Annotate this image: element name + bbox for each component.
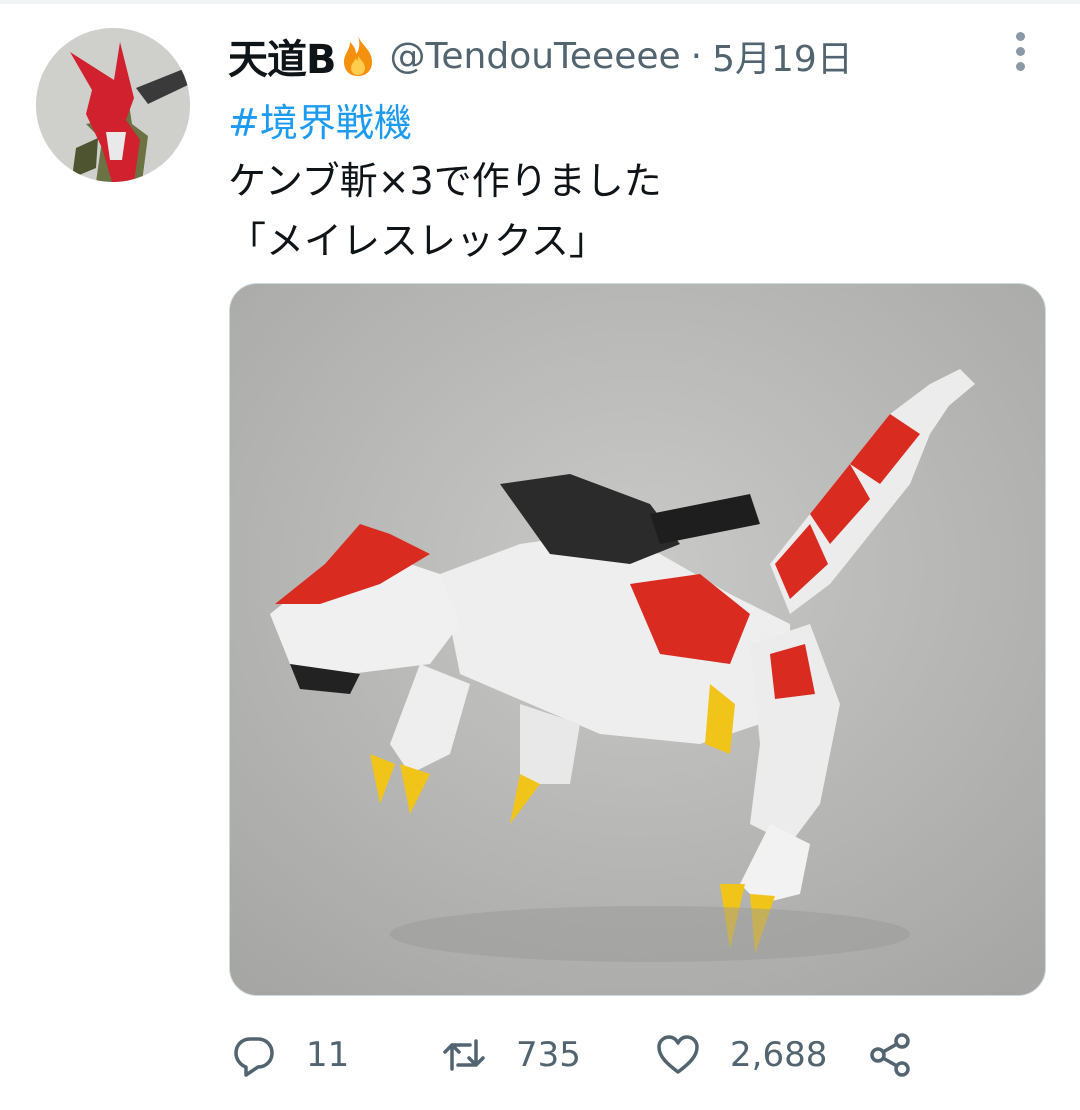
retweet-icon bbox=[442, 1033, 486, 1077]
fire-icon bbox=[338, 34, 378, 78]
like-count: 2,688 bbox=[730, 1035, 828, 1075]
hashtag-link[interactable]: #境界戦機 bbox=[228, 92, 412, 147]
display-name[interactable]: 天道B bbox=[228, 27, 336, 85]
separator-dot: · bbox=[690, 35, 703, 77]
top-divider bbox=[0, 0, 1080, 4]
tweet-text-line: ケンブ斬×3で作りました bbox=[228, 159, 662, 203]
reply-button[interactable]: 11 bbox=[232, 1030, 349, 1080]
tweet-date[interactable]: 5月19日 bbox=[712, 30, 853, 82]
user-handle[interactable]: @TendouTeeeee bbox=[390, 36, 681, 77]
more-vertical-icon[interactable] bbox=[1006, 30, 1036, 74]
avatar[interactable] bbox=[36, 28, 190, 182]
like-button[interactable]: 2,688 bbox=[656, 1030, 827, 1080]
reply-count: 11 bbox=[306, 1035, 350, 1075]
reply-icon bbox=[232, 1033, 276, 1077]
heart-icon bbox=[656, 1033, 700, 1077]
tweet-actions: 11 735 2,688 bbox=[232, 1030, 932, 1080]
tweet-header: 天道B @TendouTeeeee · 5月19日 bbox=[228, 28, 853, 84]
tweet-photo[interactable] bbox=[229, 283, 1046, 996]
retweet-count: 735 bbox=[516, 1035, 581, 1075]
share-icon bbox=[868, 1033, 912, 1077]
retweet-button[interactable]: 735 bbox=[442, 1030, 581, 1080]
tweet-text-line: 「メイレスレックス」 bbox=[228, 219, 607, 263]
share-button[interactable] bbox=[868, 1030, 912, 1080]
